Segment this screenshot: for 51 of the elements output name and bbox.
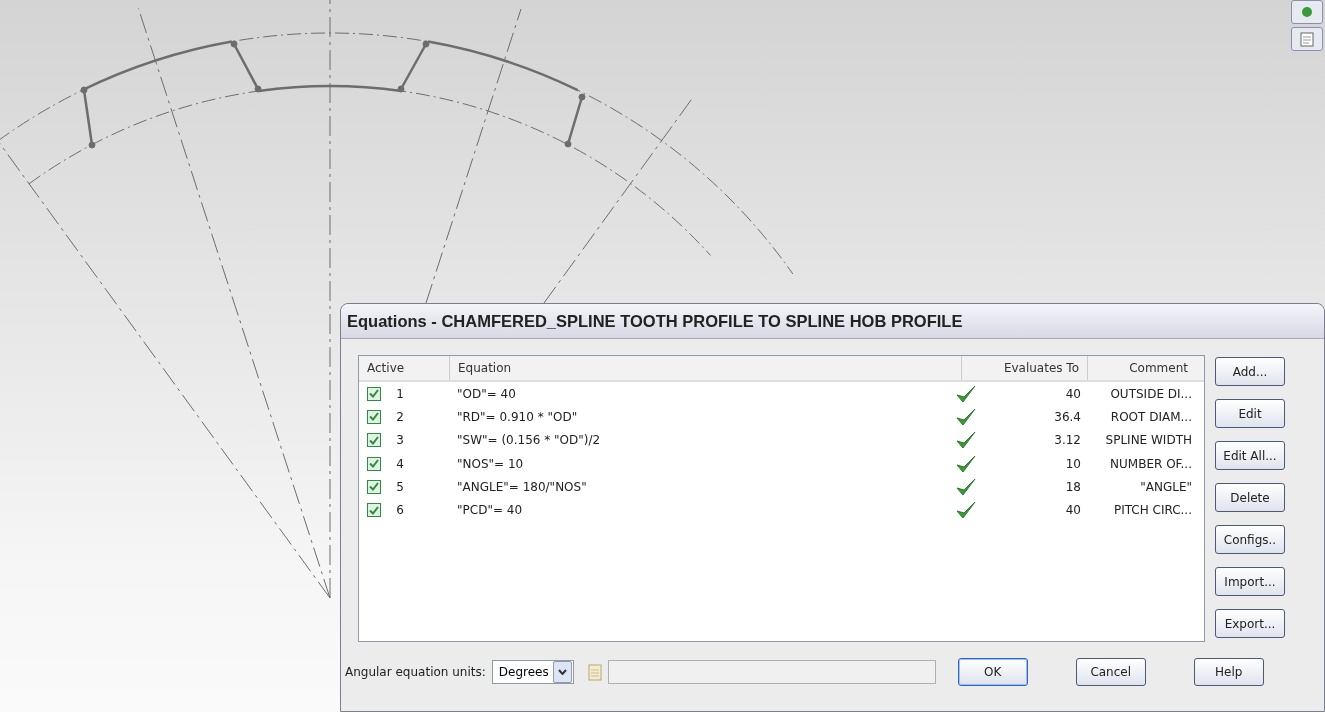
side-button[interactable]: Add... xyxy=(1215,357,1285,386)
row-number: 4 xyxy=(395,456,405,471)
side-button[interactable]: Configs.. xyxy=(1215,525,1285,554)
evaluated-value: 10 xyxy=(1065,456,1081,471)
active-checkbox[interactable] xyxy=(367,409,381,424)
units-label: Angular equation units: xyxy=(345,665,486,679)
active-checkbox[interactable] xyxy=(367,456,381,471)
row-number: 5 xyxy=(395,479,405,494)
toolbar-icon[interactable] xyxy=(1291,0,1323,24)
evaluated-value: 40 xyxy=(1065,386,1081,401)
equation-text: "OD"= 40 xyxy=(456,386,517,401)
row-number: 6 xyxy=(395,503,405,518)
comment-text: NUMBER OF... xyxy=(1109,456,1193,471)
side-button[interactable]: Import... xyxy=(1215,567,1285,596)
dialog-button[interactable]: Cancel xyxy=(1075,658,1146,686)
column-header[interactable]: Active xyxy=(359,356,449,380)
equation-text: "PCD"= 40 xyxy=(456,503,524,518)
side-button[interactable]: Edit xyxy=(1215,399,1285,428)
column-header[interactable]: Evaluates To xyxy=(961,356,1087,380)
row-number: 3 xyxy=(395,433,405,448)
comment-text: OUTSIDE DI... xyxy=(1109,386,1193,401)
clipboard-icon[interactable] xyxy=(1291,27,1323,51)
comment-text: PITCH CIRC... xyxy=(1112,503,1193,518)
side-button[interactable]: Edit All... xyxy=(1215,441,1285,470)
comment-text: "ANGLE" xyxy=(1139,479,1193,494)
row-number: 1 xyxy=(395,386,405,401)
column-header[interactable]: Comment xyxy=(1087,356,1196,380)
caret-icon xyxy=(557,669,567,675)
equation-text: "ANGLE"= 180/"NOS" xyxy=(456,479,588,494)
active-checkbox[interactable] xyxy=(367,503,381,518)
dialog-title: Equations - CHAMFERED_SPLINE TOOTH PROFILE TO SPLINE HOB PROFILE xyxy=(341,304,1324,339)
side-button[interactable]: Delete xyxy=(1215,483,1285,512)
active-checkbox[interactable] xyxy=(367,386,381,401)
evaluated-value: 18 xyxy=(1065,479,1081,494)
dialog-button[interactable]: OK xyxy=(957,658,1028,686)
equation-text: "RD"= 0.910 * "OD" xyxy=(456,409,579,424)
evaluated-value: 36.4 xyxy=(1054,409,1081,424)
side-button[interactable]: Export... xyxy=(1215,609,1285,638)
column-header[interactable]: Equation xyxy=(449,356,961,380)
evaluated-value: 40 xyxy=(1065,503,1081,518)
active-checkbox[interactable] xyxy=(367,479,381,494)
comment-text: ROOT DIAM... xyxy=(1109,409,1193,424)
evaluated-value: 3.12 xyxy=(1054,433,1081,448)
equation-text: "SW"= (0.156 * "OD")/2 xyxy=(456,433,602,448)
equation-input-field[interactable] xyxy=(607,660,936,684)
row-number: 2 xyxy=(395,409,405,424)
units-select[interactable]: Degrees xyxy=(491,660,574,684)
active-checkbox[interactable] xyxy=(367,433,381,448)
dialog-button[interactable]: Help xyxy=(1193,658,1264,686)
comment-text: SPLINE WIDTH xyxy=(1104,433,1193,448)
equation-text: "NOS"= 10 xyxy=(456,456,525,471)
